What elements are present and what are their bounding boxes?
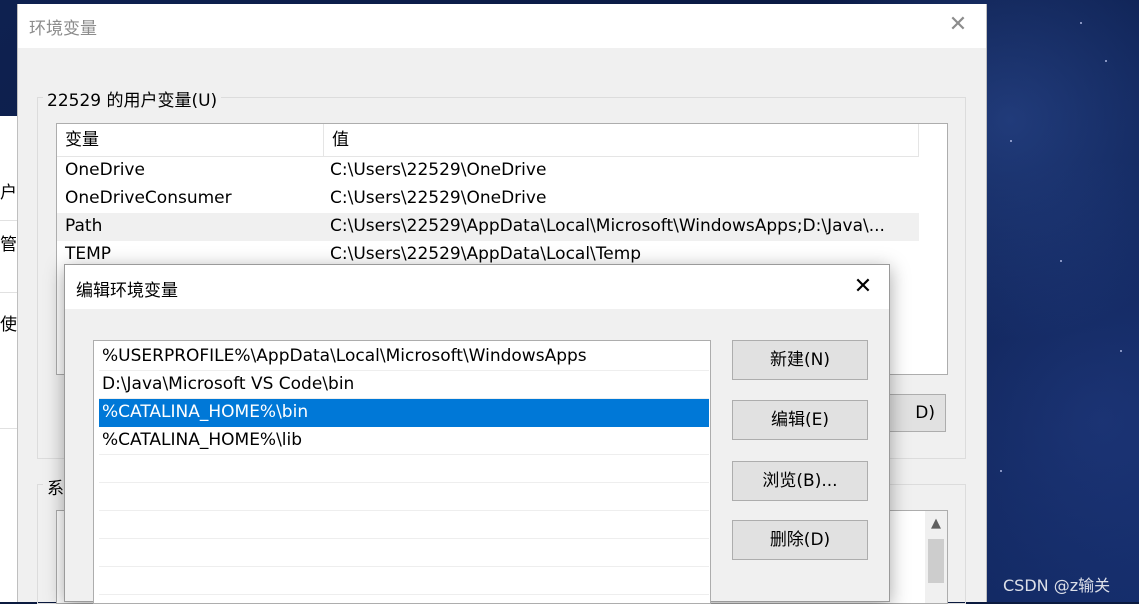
edit-button[interactable]: 编辑(E): [732, 400, 868, 440]
empty-list-item[interactable]: [99, 455, 709, 483]
divider: [0, 220, 17, 221]
column-header-variable[interactable]: 变量: [57, 124, 324, 156]
star-decoration: [1080, 22, 1082, 24]
star-decoration: [1120, 350, 1122, 352]
star-decoration: [1010, 140, 1012, 142]
list-item[interactable]: %USERPROFILE%\AppData\Local\Microsoft\Wi…: [99, 343, 709, 371]
variable-value: C:\Users\22529\AppData\Local\Microsoft\W…: [330, 216, 885, 236]
watermark: CSDN @z输关: [1003, 576, 1111, 595]
star-decoration: [1060, 260, 1062, 262]
dialog-close-button[interactable]: ✕: [846, 272, 880, 302]
list-header: 变量 值: [57, 124, 919, 157]
browse-button[interactable]: 浏览(B)...: [732, 461, 868, 501]
variable-value: C:\Users\22529\AppData\Local\Temp: [330, 244, 642, 264]
user-variables-label: 22529 的用户变量(U): [43, 86, 222, 111]
background-text-fragment: 使: [0, 315, 17, 335]
table-row[interactable]: OneDriveConsumer C:\Users\22529\OneDrive: [57, 185, 919, 213]
empty-list-item[interactable]: [99, 539, 709, 567]
scrollbar-thumb[interactable]: [928, 539, 944, 583]
empty-list-item[interactable]: [99, 511, 709, 539]
empty-list-item[interactable]: [99, 567, 709, 595]
list-item[interactable]: D:\Java\Microsoft VS Code\bin: [99, 371, 709, 399]
window-title: 环境变量: [29, 19, 97, 39]
new-button[interactable]: 新建(N): [732, 340, 868, 380]
variable-value: C:\Users\22529\OneDrive: [330, 188, 547, 208]
variable-name: TEMP: [65, 244, 112, 264]
variable-name: Path: [65, 216, 103, 236]
path-entry-text: %CATALINA_HOME%\bin: [102, 402, 309, 422]
scroll-up-icon[interactable]: ▲: [925, 511, 947, 537]
variable-value: C:\Users\22529\OneDrive: [330, 160, 547, 180]
path-entry-text: D:\Java\Microsoft VS Code\bin: [102, 374, 355, 394]
close-icon: ✕: [853, 274, 873, 299]
close-button[interactable]: ✕: [941, 10, 975, 40]
window-titlebar: 环境变量 ✕: [18, 4, 986, 48]
path-entry-text: %CATALINA_HOME%\lib: [102, 430, 303, 450]
list-item[interactable]: %CATALINA_HOME%\lib: [99, 427, 709, 455]
divider: [0, 292, 17, 293]
path-entries-list[interactable]: %USERPROFILE%\AppData\Local\Microsoft\Wi…: [93, 340, 711, 604]
star-decoration: [1000, 470, 1002, 472]
variable-name: OneDriveConsumer: [65, 188, 232, 208]
divider: [0, 428, 17, 429]
empty-list-item[interactable]: [99, 483, 709, 511]
scrollbar[interactable]: ▲: [925, 511, 947, 603]
star-decoration: [1105, 60, 1107, 62]
delete-button[interactable]: 删除(D): [732, 520, 868, 560]
variable-name: OneDrive: [65, 160, 145, 180]
close-icon: ✕: [948, 12, 968, 37]
table-row-selected[interactable]: Path C:\Users\22529\AppData\Local\Micros…: [57, 213, 919, 241]
background-text-fragment: 户: [0, 183, 17, 203]
table-row[interactable]: OneDrive C:\Users\22529\OneDrive: [57, 157, 919, 185]
dialog-title: 编辑环境变量: [76, 281, 178, 301]
column-header-value[interactable]: 值: [324, 124, 919, 156]
background-text-fragment: 管: [0, 235, 17, 255]
edit-environment-variable-dialog: 编辑环境变量 ✕ %USERPROFILE%\AppData\Local\Mic…: [64, 264, 890, 604]
background-window: 户 管 使: [0, 116, 18, 602]
list-item-selected[interactable]: %CATALINA_HOME%\bin: [99, 399, 709, 427]
path-entry-text: %USERPROFILE%\AppData\Local\Microsoft\Wi…: [102, 346, 587, 366]
dialog-titlebar: 编辑环境变量 ✕: [65, 265, 889, 309]
